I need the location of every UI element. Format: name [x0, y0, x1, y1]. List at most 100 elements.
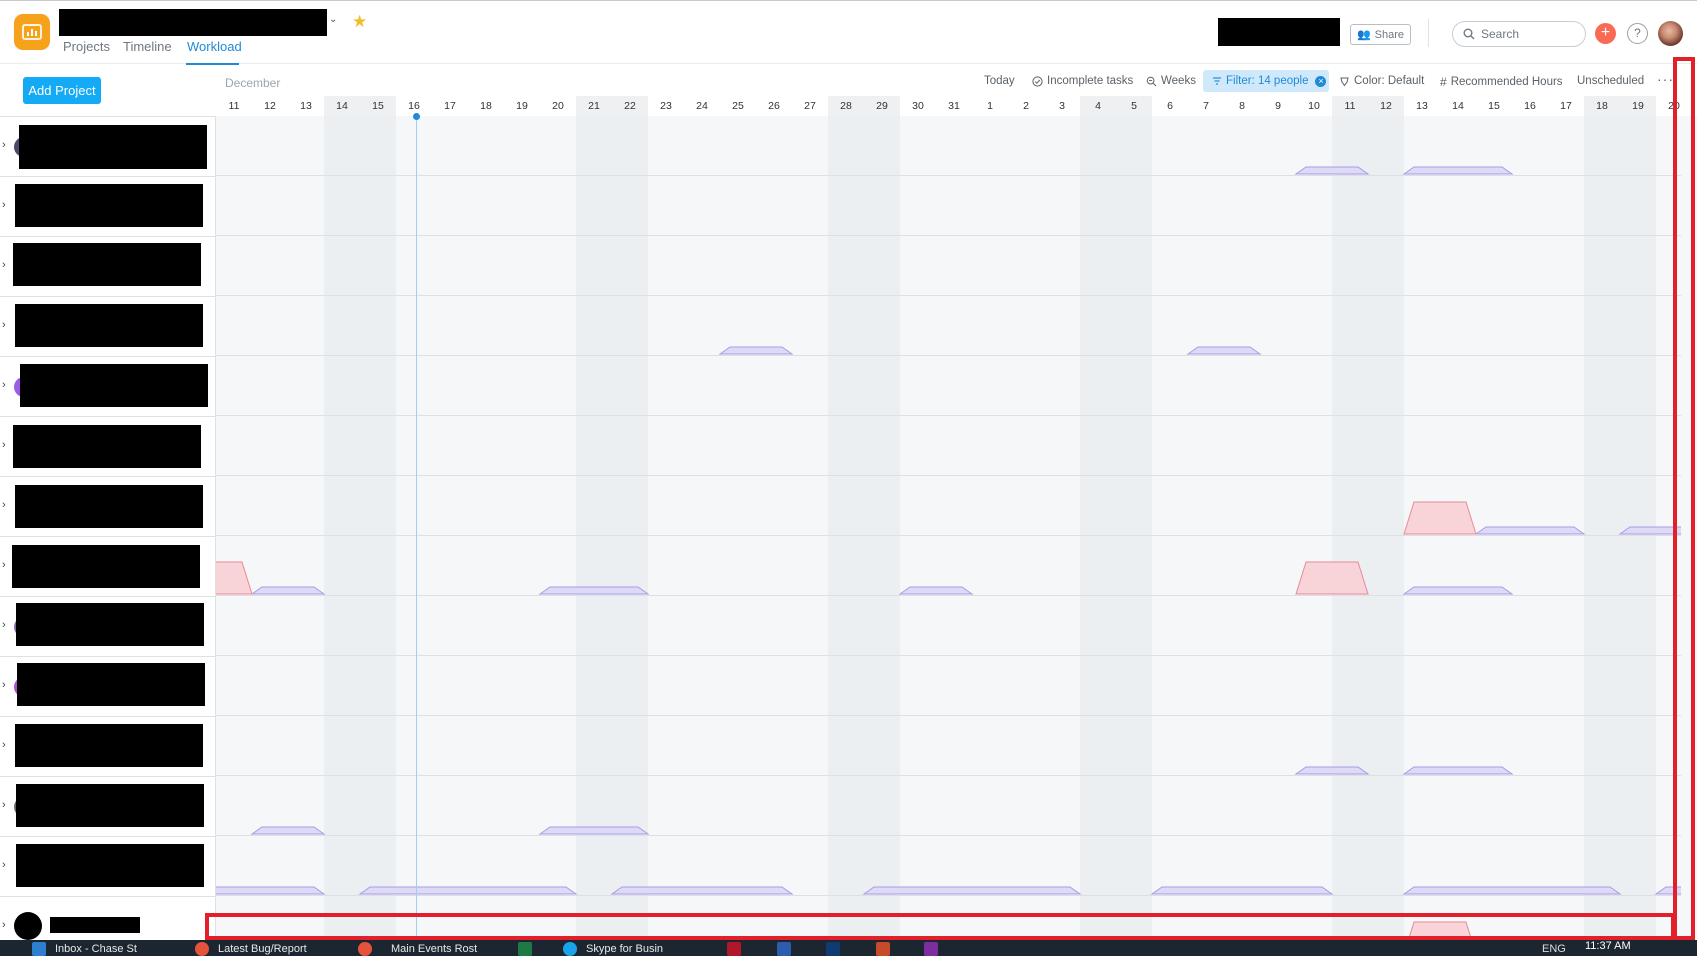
outlook-icon[interactable]	[32, 942, 46, 956]
person-row[interactable]: ›	[0, 596, 215, 656]
chevron-right-icon[interactable]: ›	[2, 739, 6, 751]
taskbar-app-1[interactable]: Latest Bug/Report	[218, 940, 307, 956]
person-row[interactable]: ›	[0, 296, 215, 356]
workload-bar[interactable]	[250, 586, 326, 595]
chevron-down-icon[interactable]: ⌄	[329, 14, 337, 25]
search-input[interactable]: Search	[1452, 21, 1586, 47]
overload-bar[interactable]	[1403, 501, 1477, 535]
acrobat-icon[interactable]	[727, 942, 741, 956]
person-row[interactable]: ›	[0, 896, 215, 940]
workload-bar[interactable]	[216, 886, 326, 895]
day-label: 30	[912, 100, 924, 112]
color-button[interactable]: Color: Default	[1339, 75, 1424, 87]
day-header-row: 11 12 13 14 15 16 17 18 19 20 21 22 23 24 25 26 27 28 29 30…	[216, 96, 1681, 116]
tab-timeline[interactable]: Timeline	[123, 39, 172, 54]
more-icon[interactable]: ···	[1657, 71, 1674, 87]
chevron-right-icon[interactable]: ›	[2, 139, 6, 151]
workload-bar[interactable]	[1402, 166, 1514, 175]
workload-bar[interactable]	[1294, 766, 1370, 775]
tray-language[interactable]: ENG	[1542, 940, 1566, 956]
filter-button[interactable]: Filter: 14 people ×	[1203, 70, 1329, 92]
workload-bar[interactable]	[358, 886, 578, 895]
word-icon[interactable]	[777, 942, 791, 956]
incomplete-tasks-button[interactable]: Incomplete tasks	[1032, 75, 1133, 87]
person-row[interactable]: ›	[0, 176, 215, 236]
overload-bar[interactable]	[216, 561, 253, 595]
tab-projects[interactable]: Projects	[63, 39, 110, 54]
taskbar-app-3[interactable]: Skype for Busin	[586, 940, 663, 956]
plus-icon[interactable]: +	[1595, 23, 1616, 44]
workload-bar[interactable]	[718, 346, 794, 355]
chevron-right-icon[interactable]: ›	[2, 259, 6, 271]
person-row[interactable]: ›	[0, 716, 215, 776]
chevron-right-icon[interactable]: ›	[2, 919, 6, 931]
annotation-frame-right	[1673, 57, 1695, 940]
workload-bar[interactable]	[1618, 526, 1681, 535]
tab-workload[interactable]: Workload	[187, 39, 242, 54]
workload-bar[interactable]	[1474, 526, 1586, 535]
chevron-right-icon[interactable]: ›	[2, 439, 6, 451]
powerpoint-icon[interactable]	[876, 942, 890, 956]
share-button[interactable]: 👥 Share	[1350, 24, 1411, 45]
workload-bar[interactable]	[1402, 586, 1514, 595]
excel-icon[interactable]	[518, 942, 532, 956]
day-label: 29	[864, 96, 900, 116]
workload-bar[interactable]	[1402, 886, 1622, 895]
chevron-right-icon[interactable]: ›	[2, 859, 6, 871]
add-project-button[interactable]: Add Project	[23, 77, 101, 104]
person-row[interactable]: ›	[0, 236, 215, 296]
chevron-right-icon[interactable]: ›	[2, 499, 6, 511]
person-row[interactable]: ›	[0, 116, 215, 176]
workload-bar[interactable]	[538, 826, 650, 835]
onenote-icon[interactable]	[924, 942, 938, 956]
chrome-icon[interactable]	[358, 942, 372, 956]
chevron-right-icon[interactable]: ›	[2, 799, 6, 811]
chevron-right-icon[interactable]: ›	[2, 619, 6, 631]
user-avatar[interactable]	[1658, 21, 1683, 46]
star-icon[interactable]: ★	[352, 12, 367, 32]
skype-icon[interactable]	[563, 942, 577, 956]
filter-label: Filter: 14 people	[1226, 75, 1309, 87]
person-row[interactable]: ›	[0, 356, 215, 416]
person-name-redacted	[15, 485, 203, 528]
help-icon[interactable]: ?	[1627, 23, 1648, 44]
person-row[interactable]: ›	[0, 536, 215, 596]
chevron-right-icon[interactable]: ›	[2, 379, 6, 391]
chevron-right-icon[interactable]: ›	[2, 679, 6, 691]
person-row[interactable]: ›	[0, 656, 215, 716]
clear-filter-icon[interactable]: ×	[1315, 75, 1327, 87]
taskbar-app-0[interactable]: Inbox - Chase St	[55, 940, 137, 956]
chevron-right-icon[interactable]: ›	[2, 559, 6, 571]
workload-bar[interactable]	[898, 586, 974, 595]
hash-icon: #	[1440, 75, 1447, 89]
taskbar-clock[interactable]: 11:37 AM	[1585, 940, 1631, 952]
person-row[interactable]: ›	[0, 776, 215, 836]
workload-bar[interactable]	[538, 586, 650, 595]
chevron-right-icon[interactable]: ›	[2, 199, 6, 211]
taskbar-app-2[interactable]: Main Events Rost	[391, 940, 477, 956]
chevron-right-icon[interactable]: ›	[2, 319, 6, 331]
workload-bar[interactable]	[1402, 766, 1514, 775]
workload-bar[interactable]	[250, 826, 326, 835]
chrome-icon[interactable]	[195, 942, 209, 956]
day-label: 12	[1368, 96, 1404, 116]
search-placeholder: Search	[1481, 27, 1520, 41]
project-title-redacted[interactable]	[59, 9, 327, 36]
workload-bar[interactable]	[862, 886, 1082, 895]
workload-bar[interactable]	[1294, 166, 1370, 175]
workload-bar[interactable]	[1150, 886, 1334, 895]
weeks-button[interactable]: Weeks	[1146, 75, 1196, 87]
person-row[interactable]: ›	[0, 416, 215, 476]
photoshop-icon[interactable]	[826, 942, 840, 956]
app-icon[interactable]	[14, 14, 50, 50]
unscheduled-button[interactable]: Unscheduled	[1577, 75, 1644, 87]
day-label: 19	[516, 100, 528, 112]
workload-bar[interactable]	[610, 886, 794, 895]
weeks-label: Weeks	[1161, 75, 1196, 87]
person-row[interactable]: ›	[0, 836, 215, 896]
overload-bar[interactable]	[1295, 561, 1369, 595]
person-row[interactable]: ›	[0, 476, 215, 536]
today-button[interactable]: Today	[984, 75, 1015, 87]
workload-bar[interactable]	[1186, 346, 1262, 355]
recommended-hours-button[interactable]: # Recommended Hours	[1440, 75, 1563, 89]
